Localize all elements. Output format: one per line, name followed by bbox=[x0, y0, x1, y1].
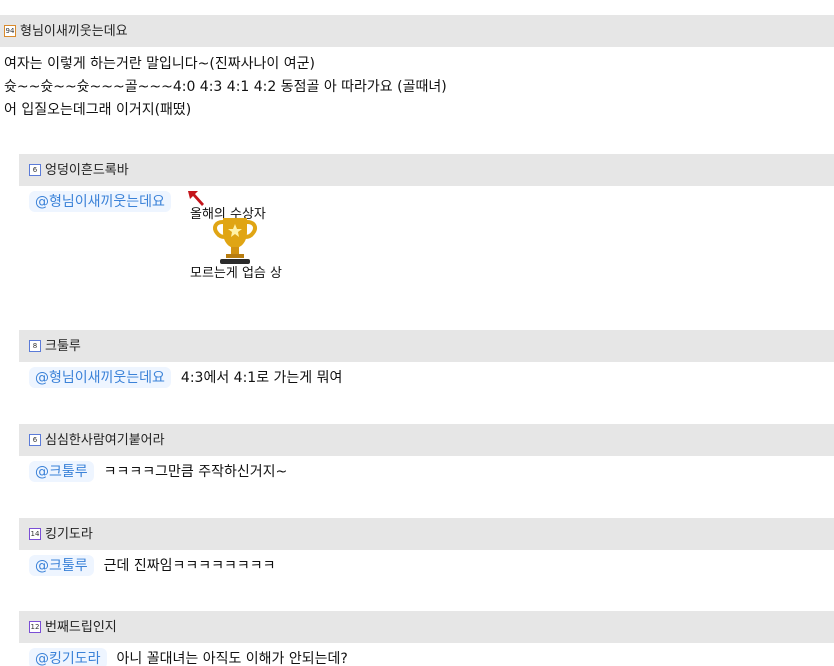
comment-row: @형님이새끼웃는데요 4:3에서 4:1로 가는게 뭐여 bbox=[29, 367, 342, 388]
author-name[interactable]: 형님이새끼웃는데요 bbox=[20, 25, 128, 38]
level-icon: 8 bbox=[29, 340, 41, 352]
trophy-icon bbox=[213, 218, 257, 264]
comment-row: @형님이새끼웃는데요 bbox=[29, 191, 181, 212]
mention-tag[interactable]: @크툴루 bbox=[29, 461, 94, 482]
level-icon: 6 bbox=[29, 434, 41, 446]
comment-header: 14 킹기도라 bbox=[19, 518, 834, 550]
comment-row: @킹기도라 아니 꼴대녀는 아직도 이해가 안되는데? bbox=[29, 648, 348, 666]
arrow-up-left-icon bbox=[188, 191, 204, 206]
comment-header: 12 번째드립인지 bbox=[19, 611, 834, 643]
comment-header: 6 엉덩이흔드록바 bbox=[19, 154, 834, 186]
author-name[interactable]: 번째드립인지 bbox=[45, 621, 117, 634]
author-name[interactable]: 킹기도라 bbox=[45, 528, 93, 541]
post-line: 슛~~슛~~슛~~~골~~~4:0 4:3 4:1 4:2 동점골 아 따라가요… bbox=[4, 79, 447, 95]
level-icon: 12 bbox=[29, 621, 41, 633]
award-image: 올해의 수상자 모르는게 업슴 상 bbox=[187, 190, 297, 290]
comment-text: 4:3에서 4:1로 가는게 뭐여 bbox=[180, 369, 343, 386]
comment-thread-page: 94 형님이새끼웃는데요 여자는 이렇게 하는거란 말입니다~(진짜사나이 여군… bbox=[0, 0, 834, 666]
post-line: 여자는 이렇게 하는거란 말입니다~(진짜사나이 여군) bbox=[4, 56, 315, 72]
mention-tag[interactable]: @형님이새끼웃는데요 bbox=[29, 191, 171, 212]
main-post-header: 94 형님이새끼웃는데요 bbox=[0, 15, 834, 47]
post-line: 어 입질오는데그래 이거지(패떴) bbox=[4, 102, 192, 118]
comment-header: 8 크툴루 bbox=[19, 330, 834, 362]
level-icon: 94 bbox=[4, 25, 16, 37]
mention-tag[interactable]: @형님이새끼웃는데요 bbox=[29, 367, 171, 388]
comment-text: 근데 진짜임ㅋㅋㅋㅋㅋㅋㅋㅋ bbox=[103, 557, 276, 574]
level-icon: 6 bbox=[29, 164, 41, 176]
author-name[interactable]: 심심한사람여기붙어라 bbox=[45, 434, 165, 447]
main-post-body: 여자는 이렇게 하는거란 말입니다~(진짜사나이 여군) 슛~~슛~~슛~~~골… bbox=[4, 53, 447, 122]
comment-header: 6 심심한사람여기붙어라 bbox=[19, 424, 834, 456]
comment-row: @크툴루 근데 진짜임ㅋㅋㅋㅋㅋㅋㅋㅋ bbox=[29, 555, 276, 576]
level-icon: 14 bbox=[29, 528, 41, 540]
mention-tag[interactable]: @크툴루 bbox=[29, 555, 94, 576]
author-name[interactable]: 크툴루 bbox=[45, 340, 81, 353]
author-name[interactable]: 엉덩이흔드록바 bbox=[45, 164, 129, 177]
mention-tag[interactable]: @킹기도라 bbox=[29, 648, 107, 666]
award-subtitle: 모르는게 업슴 상 bbox=[190, 266, 282, 281]
comment-text: 아니 꼴대녀는 아직도 이해가 안되는데? bbox=[116, 650, 348, 666]
comment-row: @크툴루 ㅋㅋㅋㅋ그만큼 주작하신거지~ bbox=[29, 461, 287, 482]
comment-text: ㅋㅋㅋㅋ그만큼 주작하신거지~ bbox=[103, 463, 288, 480]
